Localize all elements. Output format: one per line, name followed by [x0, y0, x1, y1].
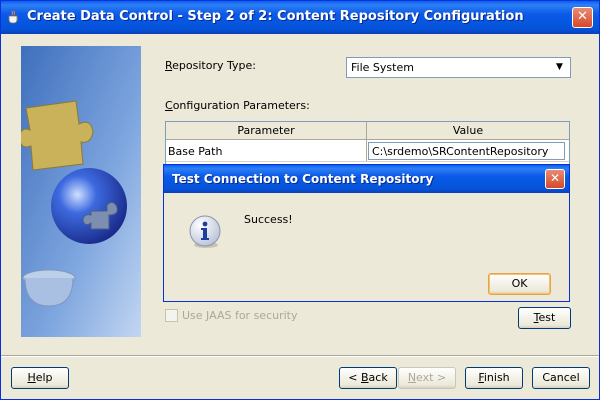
repository-type-value: File System	[351, 61, 414, 74]
close-icon: ✕	[549, 171, 561, 185]
ok-button[interactable]: OK	[488, 273, 551, 295]
dialog-message: Success!	[244, 213, 293, 226]
window-close-button[interactable]: ✕	[572, 7, 593, 28]
next-button[interactable]: Next >	[398, 367, 456, 389]
coffee-cup-icon	[8, 10, 19, 24]
jaas-checkbox-label: Use JAAS for security	[182, 309, 298, 322]
column-header-value[interactable]: Value	[367, 124, 569, 137]
footer-separator	[1, 355, 599, 357]
dialog-titlebar[interactable]: Test Connection to Content Repository ✕	[164, 165, 569, 193]
back-button[interactable]: < Back	[339, 367, 397, 389]
value-cell[interactable]: C:\srdemo\SRContentRepository	[368, 142, 565, 160]
parameter-cell: Base Path	[168, 145, 223, 158]
column-header-parameter[interactable]: Parameter	[166, 124, 366, 137]
repository-type-label: Repository Type:	[165, 59, 256, 72]
dialog-close-button[interactable]: ✕	[545, 169, 565, 189]
table-row[interactable]: Base Path C:\srdemo\SRContentRepository	[166, 141, 569, 162]
test-connection-dialog: Test Connection to Content Repository ✕ …	[163, 164, 570, 302]
window-title: Create Data Control - Step 2 of 2: Conte…	[27, 9, 524, 24]
cancel-button[interactable]: Cancel	[532, 367, 590, 389]
finish-button[interactable]: Finish	[465, 367, 523, 389]
repository-type-select[interactable]: File System ▼	[346, 57, 571, 78]
info-icon	[189, 215, 221, 248]
table-header: Parameter Value	[166, 122, 569, 140]
close-icon: ✕	[577, 9, 588, 24]
dialog-title: Test Connection to Content Repository	[172, 172, 434, 186]
help-button[interactable]: Help	[11, 367, 69, 389]
wizard-side-image	[21, 46, 141, 337]
wizard-artwork	[21, 46, 141, 337]
config-params-label: Configuration Parameters:	[165, 99, 310, 112]
window-titlebar[interactable]: Create Data Control - Step 2 of 2: Conte…	[1, 1, 599, 34]
jaas-checkbox[interactable]	[165, 309, 178, 322]
chevron-down-icon[interactable]: ▼	[551, 59, 568, 76]
create-data-control-window: Create Data Control - Step 2 of 2: Conte…	[0, 0, 600, 400]
test-button[interactable]: Test	[518, 307, 571, 329]
